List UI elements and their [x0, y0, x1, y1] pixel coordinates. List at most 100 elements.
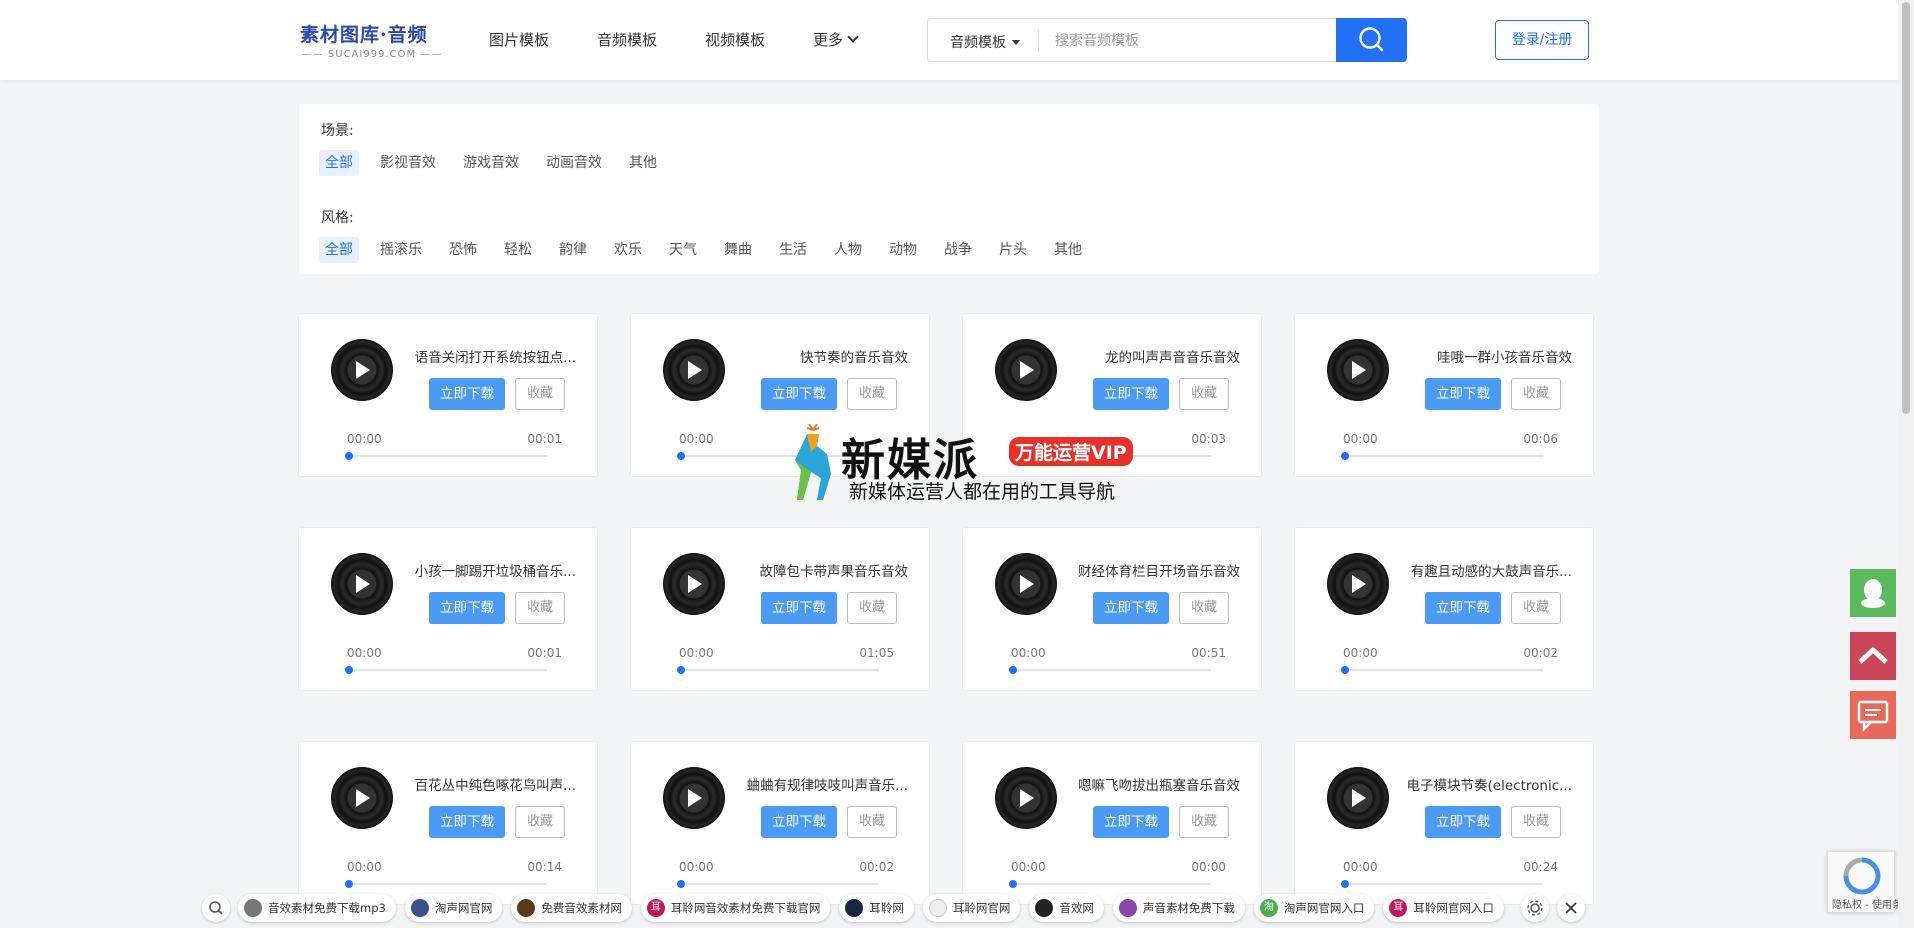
progress-knob[interactable]: [1341, 666, 1349, 674]
scene-tag-other[interactable]: 其他: [623, 150, 663, 176]
style-tag-life[interactable]: 生活: [773, 237, 813, 263]
style-tag-weather[interactable]: 天气: [663, 237, 703, 263]
download-button[interactable]: 立即下载: [761, 806, 837, 838]
nav-more[interactable]: 更多: [813, 29, 859, 50]
favorite-button[interactable]: 收藏: [1179, 806, 1229, 838]
progress-track[interactable]: [677, 666, 879, 674]
download-button[interactable]: 立即下载: [1425, 378, 1501, 410]
recaptcha-badge[interactable]: 隐私权 - 使用条款: [1827, 851, 1912, 913]
nav-audio-templates[interactable]: 音频模板: [597, 29, 657, 50]
progress-knob[interactable]: [1009, 666, 1017, 674]
search-button[interactable]: [1336, 18, 1407, 62]
bottom-link[interactable]: 淘淘声网官网入口: [1253, 894, 1375, 922]
vinyl-play-icon[interactable]: [995, 339, 1057, 401]
audio-title[interactable]: 有趣且动感的大鼓声音乐...: [1400, 560, 1572, 580]
bottom-search-button[interactable]: [202, 894, 230, 922]
download-button[interactable]: 立即下载: [1093, 806, 1169, 838]
progress-knob[interactable]: [1009, 880, 1017, 888]
audio-title[interactable]: 嗯嘛飞吻拔出瓶塞音乐音效: [1068, 774, 1240, 794]
favorite-button[interactable]: 收藏: [847, 378, 897, 410]
progress-track[interactable]: [1341, 880, 1543, 888]
style-tag-animals[interactable]: 动物: [883, 237, 923, 263]
progress-knob[interactable]: [345, 666, 353, 674]
download-button[interactable]: 立即下载: [1425, 806, 1501, 838]
bottom-link[interactable]: 免费音效素材网: [511, 894, 632, 922]
progress-knob[interactable]: [1341, 452, 1349, 460]
favorite-button[interactable]: 收藏: [1511, 592, 1561, 624]
progress-track[interactable]: [1341, 452, 1543, 460]
scene-tag-film[interactable]: 影视音效: [374, 150, 442, 176]
style-tag-joyful[interactable]: 欢乐: [608, 237, 648, 263]
style-tag-relaxed[interactable]: 轻松: [498, 237, 538, 263]
progress-knob[interactable]: [677, 666, 685, 674]
style-tag-intro[interactable]: 片头: [993, 237, 1033, 263]
vinyl-play-icon[interactable]: [663, 553, 725, 615]
vinyl-play-icon[interactable]: [663, 339, 725, 401]
scene-tag-animation[interactable]: 动画音效: [540, 150, 608, 176]
download-button[interactable]: 立即下载: [761, 592, 837, 624]
bottom-link[interactable]: 耳耳聆网音效素材免费下载官网: [640, 894, 831, 922]
style-tag-all[interactable]: 全部: [319, 237, 359, 263]
progress-track[interactable]: [1009, 666, 1211, 674]
vinyl-play-icon[interactable]: [995, 767, 1057, 829]
favorite-button[interactable]: 收藏: [1511, 806, 1561, 838]
download-button[interactable]: 立即下载: [429, 806, 505, 838]
favorite-button[interactable]: 收藏: [515, 806, 565, 838]
style-tag-other[interactable]: 其他: [1048, 237, 1088, 263]
progress-track[interactable]: [1009, 880, 1211, 888]
progress-track[interactable]: [345, 666, 547, 674]
favorite-button[interactable]: 收藏: [1179, 592, 1229, 624]
scene-tag-all[interactable]: 全部: [319, 150, 359, 176]
progress-knob[interactable]: [1341, 880, 1349, 888]
style-tag-dance[interactable]: 舞曲: [718, 237, 758, 263]
download-button[interactable]: 立即下载: [1093, 378, 1169, 410]
site-logo[interactable]: 素材图库·音频 —— SUCAI999.COM ——: [300, 20, 444, 60]
bottom-link[interactable]: 音效素材免费下载mp3: [238, 894, 396, 922]
progress-track[interactable]: [1341, 666, 1543, 674]
vinyl-play-icon[interactable]: [1327, 767, 1389, 829]
page-scrollbar[interactable]: [1898, 0, 1914, 928]
feedback-button[interactable]: [1850, 691, 1896, 739]
download-button[interactable]: 立即下载: [761, 378, 837, 410]
bottom-link[interactable]: 淘声网官网: [404, 894, 503, 922]
bottom-link[interactable]: 耳聆网官网: [922, 894, 1021, 922]
audio-title[interactable]: 蛐蛐有规律吱吱叫声音乐...: [736, 774, 908, 794]
favorite-button[interactable]: 收藏: [515, 592, 565, 624]
qq-contact-button[interactable]: [1850, 569, 1896, 617]
download-button[interactable]: 立即下载: [1425, 592, 1501, 624]
progress-knob[interactable]: [345, 880, 353, 888]
favorite-button[interactable]: 收藏: [847, 806, 897, 838]
audio-title[interactable]: 快节奏的音乐音效: [736, 346, 908, 366]
audio-title[interactable]: 百花丛中纯色啄花鸟叫声...: [404, 774, 576, 794]
style-tag-horror[interactable]: 恐怖: [443, 237, 483, 263]
audio-title[interactable]: 语音关闭打开系统按钮点...: [404, 346, 576, 366]
progress-knob[interactable]: [345, 452, 353, 460]
audio-title[interactable]: 哇哦一群小孩音乐音效: [1400, 346, 1572, 366]
vinyl-play-icon[interactable]: [331, 553, 393, 615]
style-tag-war[interactable]: 战争: [938, 237, 978, 263]
progress-track[interactable]: [345, 880, 547, 888]
scrollbar-thumb[interactable]: [1902, 2, 1910, 414]
vinyl-play-icon[interactable]: [331, 339, 393, 401]
style-tag-people[interactable]: 人物: [828, 237, 868, 263]
audio-title[interactable]: 龙的叫声声音音乐音效: [1068, 346, 1240, 366]
style-tag-rock[interactable]: 摇滚乐: [374, 237, 428, 263]
progress-knob[interactable]: [677, 452, 685, 460]
bottom-link[interactable]: 音效网: [1029, 894, 1104, 922]
bottom-close-button[interactable]: [1556, 894, 1585, 922]
audio-title[interactable]: 故障包卡带声果音乐音效: [736, 560, 909, 580]
nav-image-templates[interactable]: 图片模板: [489, 29, 549, 50]
audio-title[interactable]: 财经体育栏目开场音乐音效: [1068, 560, 1240, 580]
bottom-link[interactable]: 耳聆网: [839, 894, 914, 922]
search-category-select[interactable]: 音频模板: [950, 32, 1020, 52]
login-register-button[interactable]: 登录/注册: [1495, 20, 1589, 60]
vinyl-play-icon[interactable]: [995, 553, 1057, 615]
favorite-button[interactable]: 收藏: [515, 378, 565, 410]
favorite-button[interactable]: 收藏: [1511, 378, 1561, 410]
favorite-button[interactable]: 收藏: [847, 592, 897, 624]
audio-title[interactable]: 小孩一脚踢开垃圾桶音乐...: [404, 560, 576, 580]
back-to-top-button[interactable]: [1850, 632, 1896, 680]
progress-track[interactable]: [677, 880, 879, 888]
vinyl-play-icon[interactable]: [1327, 339, 1389, 401]
audio-title[interactable]: 电子模块节奏(electronic...: [1400, 774, 1572, 794]
